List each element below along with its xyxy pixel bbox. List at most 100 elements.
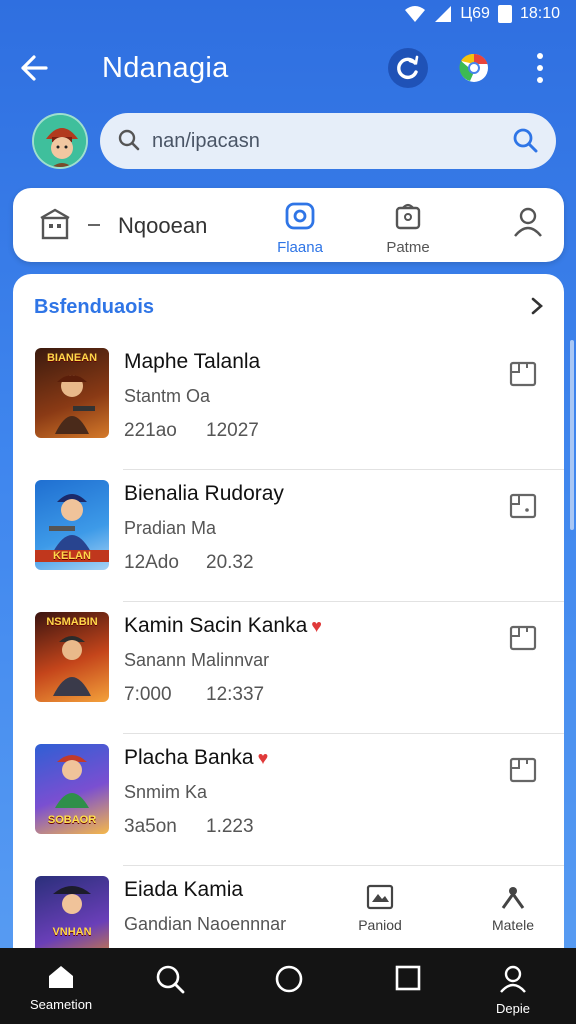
tab-label: Patme bbox=[386, 239, 430, 256]
clock: 18:10 bbox=[519, 5, 560, 22]
tab-patme[interactable]: Patme bbox=[363, 202, 453, 258]
nav-label: Seametion bbox=[30, 997, 93, 1012]
thumbnail-caption: SOBAOR bbox=[47, 814, 97, 826]
app-name: Placha Banka ♥ bbox=[124, 746, 268, 770]
app-subtitle: Snmim Ka bbox=[124, 782, 208, 802]
app-name-text: Placha Banka bbox=[124, 746, 254, 769]
thumbnail-caption: VNHAN bbox=[52, 926, 92, 938]
app-bar: Ndanagia bbox=[0, 40, 576, 96]
divider bbox=[88, 224, 100, 226]
tab-label: Flaana bbox=[277, 239, 323, 256]
chrome-icon bbox=[459, 53, 488, 82]
app-name: Kamin Sacin Kanka ♥ bbox=[124, 614, 322, 638]
section-title: Bsfenduaois bbox=[34, 296, 155, 318]
store-tab-card: Nqooean Flaana Patme bbox=[13, 188, 564, 262]
quick-tab-label: Matele bbox=[491, 917, 535, 933]
bookmark-icon[interactable] bbox=[509, 360, 537, 388]
square-icon bbox=[395, 965, 421, 991]
refresh-icon bbox=[397, 55, 419, 80]
app-name: Eiada Kamia bbox=[124, 878, 244, 901]
battery-percent: Ц69 bbox=[460, 5, 490, 22]
app-meta: 3a5on bbox=[124, 816, 177, 837]
character-icon bbox=[55, 375, 95, 434]
bottom-navigation: Seametion Depie bbox=[0, 948, 576, 1024]
tab-flaana[interactable]: Flaana bbox=[255, 202, 345, 258]
battery-icon bbox=[497, 5, 512, 23]
list-item[interactable]: NSMABIN Kamin Sacin Kanka ♥ Sanann Malinn… bbox=[13, 602, 564, 734]
app-name: Maphe Talanla bbox=[124, 350, 261, 373]
app-thumbnail: NSMABIN bbox=[35, 612, 109, 702]
thumbnail-caption: KELAN bbox=[35, 550, 109, 562]
wifi-icon bbox=[405, 6, 426, 22]
list-item[interactable]: KELAN Bienalia Rudoray Pradian Ma 12Ado … bbox=[13, 470, 564, 602]
app-meta: 221ao bbox=[124, 420, 177, 441]
list-item[interactable]: SOBAOR Placha Banka ♥ Snmim Ka 3a5on 1.22… bbox=[13, 734, 564, 866]
search-icon bbox=[156, 965, 185, 994]
app-list-panel: Bsfenduaois BIANEAN Maphe Talanla Stantm… bbox=[13, 274, 564, 954]
app-meta: 12Ado bbox=[124, 552, 179, 573]
app-title: Ndanagia bbox=[102, 52, 229, 84]
avatar[interactable] bbox=[32, 113, 88, 169]
status-bar: Ц69 18:10 bbox=[0, 0, 576, 28]
back-arrow-icon[interactable] bbox=[18, 52, 50, 84]
app-meta: 1.223 bbox=[206, 816, 254, 837]
camera-icon bbox=[285, 202, 315, 230]
search-input[interactable]: nan/ipacasn bbox=[152, 130, 260, 153]
character-icon bbox=[49, 494, 91, 552]
overflow-menu-button[interactable] bbox=[528, 50, 552, 86]
browser-button[interactable] bbox=[454, 48, 494, 88]
store-name: Nqooean bbox=[118, 213, 208, 238]
app-subtitle: Pradian Ma bbox=[124, 518, 217, 538]
dot-icon bbox=[537, 77, 543, 83]
app-thumbnail: VNHAN bbox=[35, 876, 109, 954]
app-meta: 20.32 bbox=[206, 552, 254, 573]
tools-icon bbox=[501, 887, 525, 909]
quick-tab-label: Paniod bbox=[358, 917, 402, 933]
avatar-character-icon bbox=[34, 115, 86, 167]
app-meta: 7:000 bbox=[124, 684, 172, 705]
scrollbar[interactable] bbox=[570, 340, 574, 530]
nav-circle[interactable] bbox=[274, 964, 304, 999]
app-subtitle: Stantm Oa bbox=[124, 386, 211, 406]
dot-icon bbox=[537, 65, 543, 71]
heart-icon: ♥ bbox=[311, 616, 322, 636]
signal-icon bbox=[435, 6, 452, 22]
profile-icon[interactable] bbox=[513, 206, 543, 238]
search-submit-icon[interactable] bbox=[512, 127, 538, 153]
thumbnail-caption: BIANEAN bbox=[46, 352, 98, 364]
app-name: Bienalia Rudoray bbox=[124, 482, 284, 505]
store-icon bbox=[40, 208, 70, 240]
app-thumbnail: KELAN bbox=[35, 480, 109, 570]
bookmark-icon[interactable] bbox=[509, 492, 537, 520]
sync-button[interactable] bbox=[388, 48, 428, 88]
list-item[interactable]: BIANEAN Maphe Talanla Stantm Oa 221ao 12… bbox=[13, 338, 564, 470]
bookmark-icon[interactable] bbox=[509, 756, 537, 784]
heart-icon: ♥ bbox=[257, 748, 269, 768]
search-bar[interactable]: nan/ipacasn bbox=[100, 113, 556, 169]
nav-home[interactable]: Seametion bbox=[30, 964, 92, 1012]
nav-profile[interactable]: Depie bbox=[496, 964, 530, 1016]
gallery-icon bbox=[366, 884, 394, 910]
profile-icon bbox=[500, 965, 526, 993]
app-subtitle: Sanann Malinnvar bbox=[124, 650, 270, 670]
nav-search[interactable] bbox=[155, 964, 185, 999]
quick-tab-paniod[interactable]: Paniod bbox=[345, 884, 415, 933]
circle-home-icon bbox=[275, 965, 303, 993]
nav-recents[interactable] bbox=[394, 964, 422, 997]
app-meta: 12027 bbox=[206, 420, 259, 441]
chevron-right-icon[interactable] bbox=[530, 296, 544, 316]
nav-label: Depie bbox=[496, 1001, 530, 1016]
app-name-text: Kamin Sacin Kanka bbox=[124, 614, 308, 637]
bag-icon bbox=[395, 203, 421, 230]
app-thumbnail: BIANEAN bbox=[35, 348, 109, 438]
quick-tab-matele[interactable]: Matele bbox=[478, 884, 548, 933]
character-icon bbox=[55, 755, 89, 808]
app-subtitle: Gandian Naoennnar bbox=[124, 914, 287, 934]
search-icon bbox=[118, 129, 140, 151]
app-thumbnail: SOBAOR bbox=[35, 744, 109, 834]
home-icon bbox=[49, 966, 74, 988]
app-meta: 12:337 bbox=[206, 684, 265, 705]
character-icon bbox=[53, 636, 91, 696]
bookmark-icon[interactable] bbox=[509, 624, 537, 652]
dot-icon bbox=[537, 53, 543, 59]
